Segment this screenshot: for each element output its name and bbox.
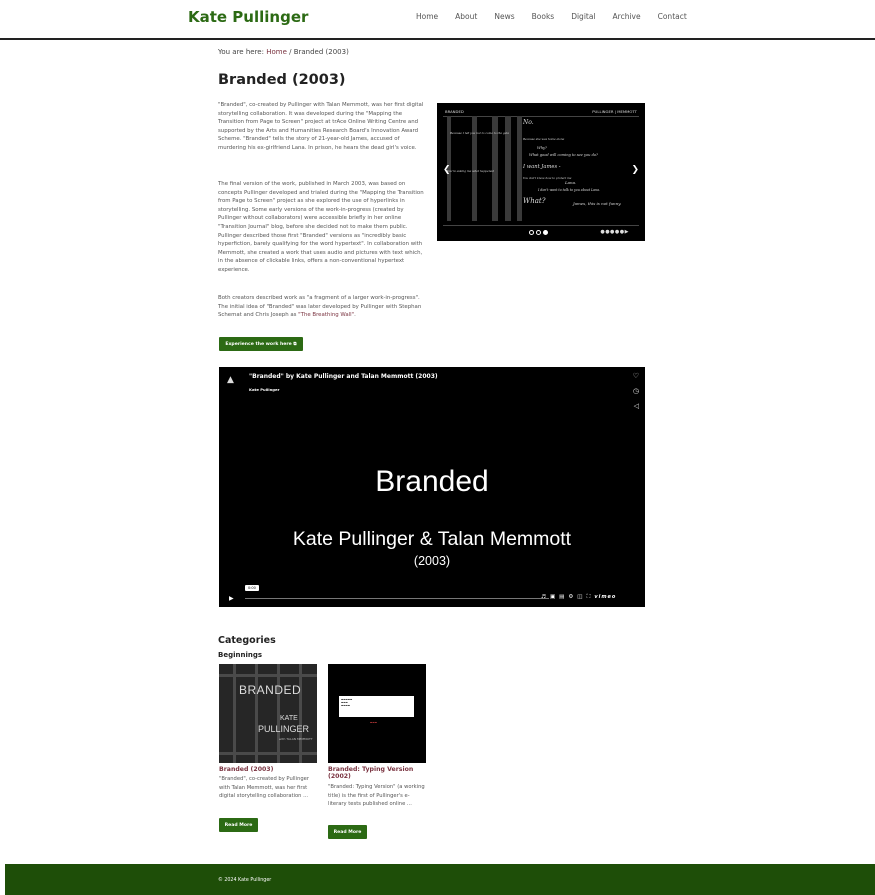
image-gallery[interactable]: BRANDED PULLINGER | MEMMOTT Because I te… — [437, 103, 645, 241]
gallery-controls[interactable]: ●●●●●▶ — [600, 229, 629, 235]
gallery-bottom-divider — [443, 225, 639, 226]
gallery-dots — [529, 230, 548, 235]
nav-home[interactable]: Home — [416, 12, 438, 21]
site-footer: © 2024 Kate Pullinger — [5, 864, 875, 895]
volume-icon[interactable]: ♬ — [541, 594, 547, 601]
branded-thumbnail[interactable]: BRANDED KATE PULLINGER with TALAN MEMMOT… — [219, 664, 317, 763]
card-excerpt-branded: "Branded", co-created by Pullinger with … — [219, 776, 309, 800]
gallery-dot[interactable] — [536, 230, 541, 235]
read-more-button-typing-version[interactable]: Read More — [328, 825, 367, 839]
gallery-dot-active[interactable] — [543, 230, 548, 235]
video-timestamp: 0:00 — [245, 585, 259, 591]
thumb-bar — [233, 664, 236, 763]
gallery-small-line: You're asking me what happened — [447, 169, 494, 173]
gallery-line: What? — [523, 197, 546, 205]
video-frame-title: Branded — [375, 465, 489, 498]
fullscreen-icon[interactable]: ⛶ — [586, 594, 591, 601]
typing-version-thumbnail[interactable]: ▬▬▬▬▬ ▬▬▬ ▬▬▬▬ ▬▬▬ — [328, 664, 426, 763]
heart-icon[interactable]: ♡ — [633, 372, 639, 380]
fragment-end: . — [354, 312, 356, 319]
gallery-line: No. — [523, 119, 534, 126]
breadcrumb: You are here: Home / Branded (2003) — [218, 48, 349, 56]
video-progress-bar[interactable] — [245, 598, 549, 599]
card-title-branded[interactable]: Branded (2003) — [219, 766, 319, 773]
breadcrumb-home-link[interactable]: Home — [266, 48, 287, 56]
video-author[interactable]: Kate Pullinger — [249, 387, 279, 392]
thumb-typed-text: ▬▬▬▬▬ ▬▬▬ ▬▬▬▬ — [341, 698, 353, 707]
nav-about[interactable]: About — [455, 12, 477, 21]
send-icon[interactable]: ◁ — [634, 402, 639, 410]
thumb-with: with TALAN MEMMOTT — [279, 737, 313, 741]
site-title[interactable]: Kate Pullinger — [188, 8, 308, 26]
nav-digital[interactable]: Digital — [571, 12, 595, 21]
intro-paragraph: "Branded", co-created by Pullinger with … — [218, 102, 424, 151]
chapters-icon[interactable]: ▤ — [559, 594, 565, 601]
card-title-typing-version[interactable]: Branded: Typing Version (2002) — [328, 766, 428, 780]
gallery-line: James, this is not funny. — [573, 201, 622, 206]
gallery-line: I don't want to talk to you about Lana. — [538, 188, 600, 192]
site-header: Kate Pullinger Home About News Books Dig… — [0, 0, 875, 40]
thumb-bar — [219, 674, 317, 677]
video-controls: ♬ ▣ ▤ ⚙ ◫ ⛶ vimeo — [541, 594, 616, 601]
gallery-small-line: Because she was home alone — [523, 137, 565, 141]
breadcrumb-separator: / — [289, 48, 292, 56]
gallery-prev-arrow[interactable]: ❮ — [443, 165, 451, 175]
page-title: Branded (2003) — [218, 72, 346, 88]
clock-icon[interactable]: ◷ — [633, 387, 639, 395]
breadcrumb-current: Branded (2003) — [293, 48, 349, 56]
video-frame-names: Kate Pullinger & Talan Memmott — [292, 528, 572, 550]
gallery-caption-left: BRANDED — [445, 109, 464, 114]
pip-icon[interactable]: ◫ — [577, 594, 583, 601]
settings-icon[interactable]: ⚙ — [568, 594, 574, 601]
breadcrumb-prefix: You are here: — [218, 48, 264, 56]
gallery-line: Lana. — [565, 180, 577, 185]
thumb-red-text: ▬▬▬ — [370, 721, 378, 724]
thumb-brand: BRANDED — [239, 683, 302, 697]
gallery-line: Why? — [537, 146, 547, 150]
vimeo-logo[interactable]: vimeo — [594, 594, 616, 601]
video-title[interactable]: "Branded" by Kate Pullinger and Talan Me… — [249, 373, 438, 380]
gallery-small-line: Because I tell you not to come to the ga… — [450, 131, 510, 135]
nav-news[interactable]: News — [494, 12, 514, 21]
thumb-kate: KATE — [280, 715, 298, 722]
video-frame-year: (2003) — [413, 554, 451, 568]
thumb-bar — [299, 664, 302, 763]
thumb-bar — [219, 752, 317, 755]
prison-bar — [517, 116, 522, 221]
gallery-caption-right: PULLINGER | MEMMOTT — [592, 109, 637, 114]
gallery-next-arrow[interactable]: ❯ — [631, 165, 639, 175]
read-more-button-branded[interactable]: Read More — [219, 818, 258, 832]
nav-contact[interactable]: Contact — [658, 12, 687, 21]
cc-icon[interactable]: ▣ — [550, 594, 556, 601]
nav-archive[interactable]: Archive — [613, 12, 641, 21]
footer-copyright: © 2024 Kate Pullinger — [218, 878, 272, 883]
breathing-wall-link[interactable]: "The Breathing Wall" — [298, 312, 354, 318]
gallery-dot[interactable] — [529, 230, 534, 235]
card-excerpt-typing-version: "Branded: Typing Version" (a working tit… — [328, 784, 425, 808]
nav-books[interactable]: Books — [532, 12, 555, 21]
categories-heading: Categories — [218, 635, 276, 646]
play-icon[interactable]: ▶ — [229, 595, 234, 602]
history-paragraph: The final version of the work, published… — [218, 181, 424, 273]
vimeo-avatar-icon[interactable]: ▲ — [227, 375, 237, 385]
experience-work-button[interactable]: Experience the work here ⧉ — [219, 337, 303, 351]
gallery-line: What good will coming to see you do? — [529, 153, 598, 157]
gallery-line: I want James - — [523, 164, 561, 170]
thumb-pullinger: PULLINGER — [258, 724, 310, 734]
main-nav: Home About News Books Digital Archive Co… — [416, 12, 704, 21]
fragment-paragraph: Both creators described work as "a fragm… — [218, 294, 428, 320]
thumb-bar — [277, 664, 280, 763]
categories-subheading: Beginnings — [218, 651, 263, 659]
thumb-bar — [255, 664, 258, 763]
vimeo-player[interactable]: ▲ "Branded" by Kate Pullinger and Talan … — [219, 367, 645, 607]
